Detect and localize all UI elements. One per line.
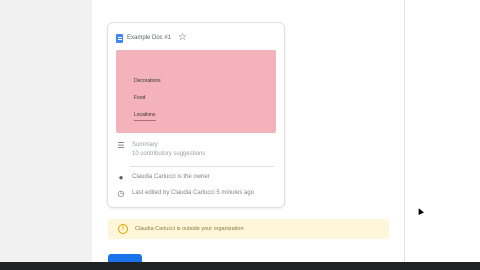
doc-title[interactable]: Example Doc #1 [127, 35, 171, 41]
divider [130, 166, 274, 167]
thumbnail-item: Food [134, 95, 146, 101]
left-background [0, 0, 92, 262]
owner-text: Claudia Carlucci is the owner [132, 174, 210, 180]
summary-row: ☰ Summary 10 contributory suggestions [116, 141, 205, 159]
thumbnail-item: Locations [134, 112, 156, 118]
last-edited-row: ◷ Last edited by Claudia Carlucci 5 minu… [116, 189, 255, 199]
primary-button[interactable] [108, 254, 142, 262]
summary-label: Summary [132, 142, 158, 148]
doc-thumbnail[interactable]: Decorations Food Locations [116, 50, 276, 133]
last-edited-text: Last edited by Claudia Carlucci 5 minute… [132, 190, 255, 196]
thumbnail-item: Decorations [134, 78, 161, 84]
summary-text: 10 contributory suggestions [132, 151, 206, 157]
summary-icon: ☰ [117, 141, 125, 150]
doc-preview-card[interactable]: Example Doc #1 ☆ Decorations Food Locati… [107, 22, 285, 208]
docs-icon [116, 33, 123, 43]
banner-text: Claudia Carlucci is outside your organiz… [135, 226, 244, 232]
external-user-banner: ! Claudia Carlucci is outside your organ… [108, 219, 389, 239]
person-icon: ● [118, 173, 124, 182]
clock-icon: ◷ [117, 189, 125, 198]
bottom-bar [0, 262, 480, 270]
card-header: Example Doc #1 ☆ [116, 32, 187, 44]
right-panel [404, 0, 480, 262]
owner-row: ● Claudia Carlucci is the owner [116, 173, 210, 183]
warning-icon: ! [118, 224, 128, 234]
star-icon[interactable]: ☆ [178, 33, 187, 43]
thumbnail-underline [134, 120, 156, 121]
